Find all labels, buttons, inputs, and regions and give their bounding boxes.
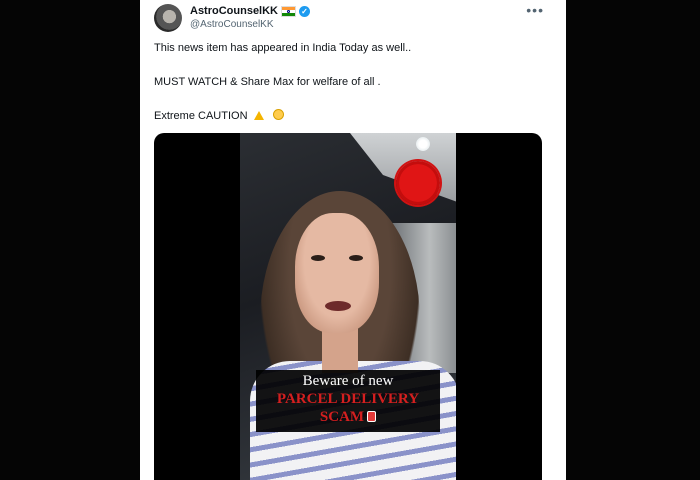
author-name-row: AstroCounselKK ✓ bbox=[190, 4, 311, 18]
video-person-face bbox=[295, 213, 379, 333]
verified-badge-icon: ✓ bbox=[299, 5, 311, 17]
video-caption-line-3: SCAM bbox=[319, 409, 365, 425]
avatar[interactable] bbox=[154, 4, 182, 32]
india-flag-icon bbox=[281, 5, 297, 17]
warning-emoji-icon bbox=[253, 111, 264, 120]
video-caption-line-1: Beware of new bbox=[302, 373, 394, 389]
tweet-text-line-1: This news item has appeared in India Tod… bbox=[154, 42, 412, 54]
video-ceiling-light bbox=[416, 137, 430, 151]
video-person-eye-right bbox=[349, 255, 363, 261]
more-options-icon[interactable]: ••• bbox=[526, 2, 544, 18]
tweet-text-line-3-text: Extreme CAUTION bbox=[154, 110, 248, 122]
author-handle[interactable]: @AstroCounselKK bbox=[190, 19, 274, 30]
flushed-face-emoji-icon bbox=[272, 109, 284, 120]
video-person-eye-left bbox=[311, 255, 325, 261]
video-caption-line-3-row: SCAM bbox=[256, 408, 440, 426]
author-display-name[interactable]: AstroCounselKK bbox=[190, 5, 278, 17]
right-backdrop bbox=[566, 0, 700, 480]
red-seal-sticker bbox=[396, 161, 440, 205]
tweet-text-line-2: MUST WATCH & Share Max for welfare of al… bbox=[154, 76, 381, 88]
tweet-card: AstroCounselKK ✓ @AstroCounselKK ••• Thi… bbox=[140, 0, 566, 480]
left-backdrop bbox=[0, 0, 140, 480]
video-caption-box: Beware of new PARCEL DELIVERY SCAM bbox=[256, 370, 440, 432]
tweet-video[interactable]: Beware of new PARCEL DELIVERY SCAM bbox=[154, 133, 542, 480]
parcel-emoji-icon bbox=[367, 411, 377, 422]
video-caption-line-2: PARCEL DELIVERY bbox=[276, 391, 420, 407]
video-person-mouth bbox=[325, 301, 351, 311]
tweet-text-line-3: Extreme CAUTION bbox=[154, 109, 284, 122]
